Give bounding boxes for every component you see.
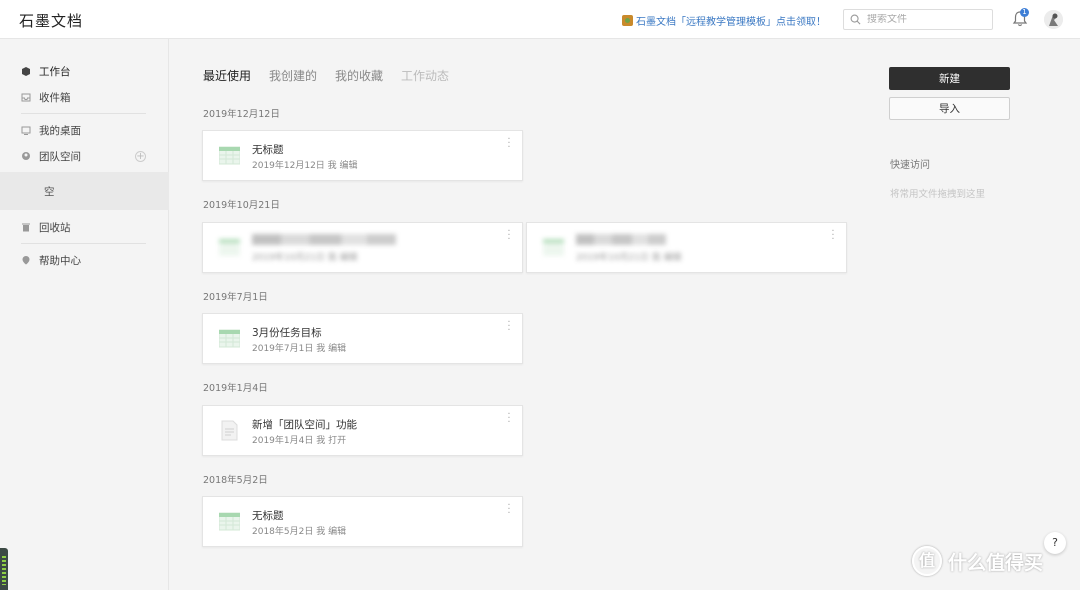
file-tabs: 最近使用 我创建的 我的收藏 工作动态	[203, 67, 449, 84]
file-meta: 2019年7月1日 我 编辑	[252, 344, 347, 354]
promo-icon	[622, 15, 633, 26]
date-group-label: 2019年12月12日	[203, 109, 280, 120]
team-icon	[22, 152, 30, 160]
file-title: 新增「团队空间」功能	[252, 419, 357, 431]
file-title: 无标题	[252, 144, 284, 156]
date-group-label: 2019年7月1日	[203, 292, 268, 303]
promo-link[interactable]: 石墨文档「远程教学管理模板」点击领取！	[622, 13, 826, 28]
spreadsheet-icon	[219, 329, 240, 348]
file-title	[576, 234, 666, 248]
file-card[interactable]: 无标题 2018年5月2日 我 编辑 · · ·	[202, 496, 523, 547]
file-title: 3月份任务目标	[252, 327, 322, 339]
sidebar-item-desktop[interactable]: 我的桌面	[0, 119, 169, 141]
import-button[interactable]: 导入	[889, 97, 1010, 120]
date-group-label: 2018年5月2日	[203, 475, 268, 486]
trash-icon	[22, 223, 30, 232]
watermark-logo-icon: 值	[912, 546, 942, 576]
search-box[interactable]	[843, 9, 993, 30]
watermark: 值 什么值得买	[912, 546, 1043, 576]
help-center-icon	[22, 256, 30, 265]
spreadsheet-icon	[219, 146, 240, 165]
more-options-icon[interactable]: · · ·	[829, 227, 837, 245]
user-avatar[interactable]	[1044, 10, 1063, 29]
inbox-icon	[21, 93, 31, 102]
sidebar-item-workspace[interactable]: 工作台	[0, 60, 169, 82]
tab-activity[interactable]: 工作动态	[401, 67, 449, 84]
file-title: 无标题	[252, 510, 284, 522]
file-meta: 2019年12月12日 我 编辑	[252, 161, 358, 171]
document-icon	[221, 420, 238, 441]
file-card[interactable]: 新增「团队空间」功能 2019年1月4日 我 打开 · · ·	[202, 405, 523, 456]
spreadsheet-icon	[219, 512, 240, 531]
file-card[interactable]: 无标题 2019年12月12日 我 编辑 · · ·	[202, 130, 523, 181]
more-options-icon[interactable]: · · ·	[505, 227, 513, 245]
more-options-icon[interactable]: · · ·	[505, 410, 513, 428]
watermark-text: 什么值得买	[948, 551, 1044, 574]
top-bar: 石墨文档 石墨文档「远程教学管理模板」点击领取！ 1	[0, 0, 1080, 39]
desktop-icon	[21, 126, 31, 135]
spreadsheet-icon	[543, 239, 564, 256]
sidebar: 工作台 收件箱 我的桌面 团队空间 + 空 回收站 帮助中心	[0, 39, 169, 590]
sidebar-item-trash[interactable]: 回收站	[0, 216, 169, 238]
date-group-label: 2019年1月4日	[203, 383, 268, 394]
tab-recent[interactable]: 最近使用	[203, 67, 251, 84]
more-options-icon[interactable]: · · ·	[505, 501, 513, 519]
sidebar-item-label: 帮助中心	[39, 254, 81, 267]
search-input[interactable]	[867, 14, 987, 25]
new-button[interactable]: 新建	[889, 67, 1010, 90]
date-group-label: 2019年10月21日	[203, 200, 280, 211]
sidebar-item-label: 收件箱	[39, 91, 71, 104]
notification-badge: 1	[1020, 8, 1029, 17]
more-options-icon[interactable]: · · ·	[505, 135, 513, 153]
tab-created[interactable]: 我创建的	[269, 67, 317, 84]
file-meta: 2019年1月4日 我 打开	[252, 436, 347, 446]
sidebar-divider	[21, 243, 146, 244]
sidebar-item-label: 工作台	[39, 65, 71, 78]
tab-favorites[interactable]: 我的收藏	[335, 67, 383, 84]
file-card[interactable]: 2019年10月21日 我 编辑 · · ·	[526, 222, 847, 273]
search-icon	[850, 14, 861, 25]
file-title	[252, 234, 396, 248]
quick-access-title: 快速访问	[890, 160, 930, 171]
sidebar-item-inbox[interactable]: 收件箱	[0, 86, 169, 108]
avatar-image	[1044, 10, 1063, 29]
sidebar-item-label: 团队空间	[39, 150, 81, 163]
file-card[interactable]: 3月份任务目标 2019年7月1日 我 编辑 · · ·	[202, 313, 523, 364]
side-drawer-handle[interactable]	[0, 548, 8, 590]
blurred-title	[576, 234, 666, 245]
sidebar-divider	[21, 113, 146, 114]
spreadsheet-icon	[219, 239, 240, 256]
more-options-icon[interactable]: · · ·	[505, 318, 513, 336]
add-team-button[interactable]: +	[135, 151, 146, 162]
file-meta: 2019年10月21日 我 编辑	[252, 253, 358, 263]
file-meta: 2019年10月21日 我 编辑	[576, 253, 682, 263]
workspace-icon	[22, 67, 30, 76]
sidebar-item-label: 回收站	[39, 221, 71, 234]
sidebar-item-help-center[interactable]: 帮助中心	[0, 249, 169, 271]
notification-button[interactable]: 1	[1012, 8, 1029, 28]
app-logo[interactable]: 石墨文档	[19, 10, 83, 31]
quick-access-dropzone[interactable]: 将常用文件拖拽到这里	[890, 186, 985, 200]
help-button[interactable]: ?	[1044, 532, 1066, 554]
team-space-empty: 空	[0, 172, 169, 210]
promo-text[interactable]: 石墨文档「远程教学管理模板」点击领取！	[636, 13, 826, 28]
file-card[interactable]: 2019年10月21日 我 编辑 · · ·	[202, 222, 523, 273]
file-meta: 2018年5月2日 我 编辑	[252, 527, 347, 537]
blurred-title	[252, 234, 396, 245]
sidebar-item-label: 我的桌面	[39, 124, 81, 137]
